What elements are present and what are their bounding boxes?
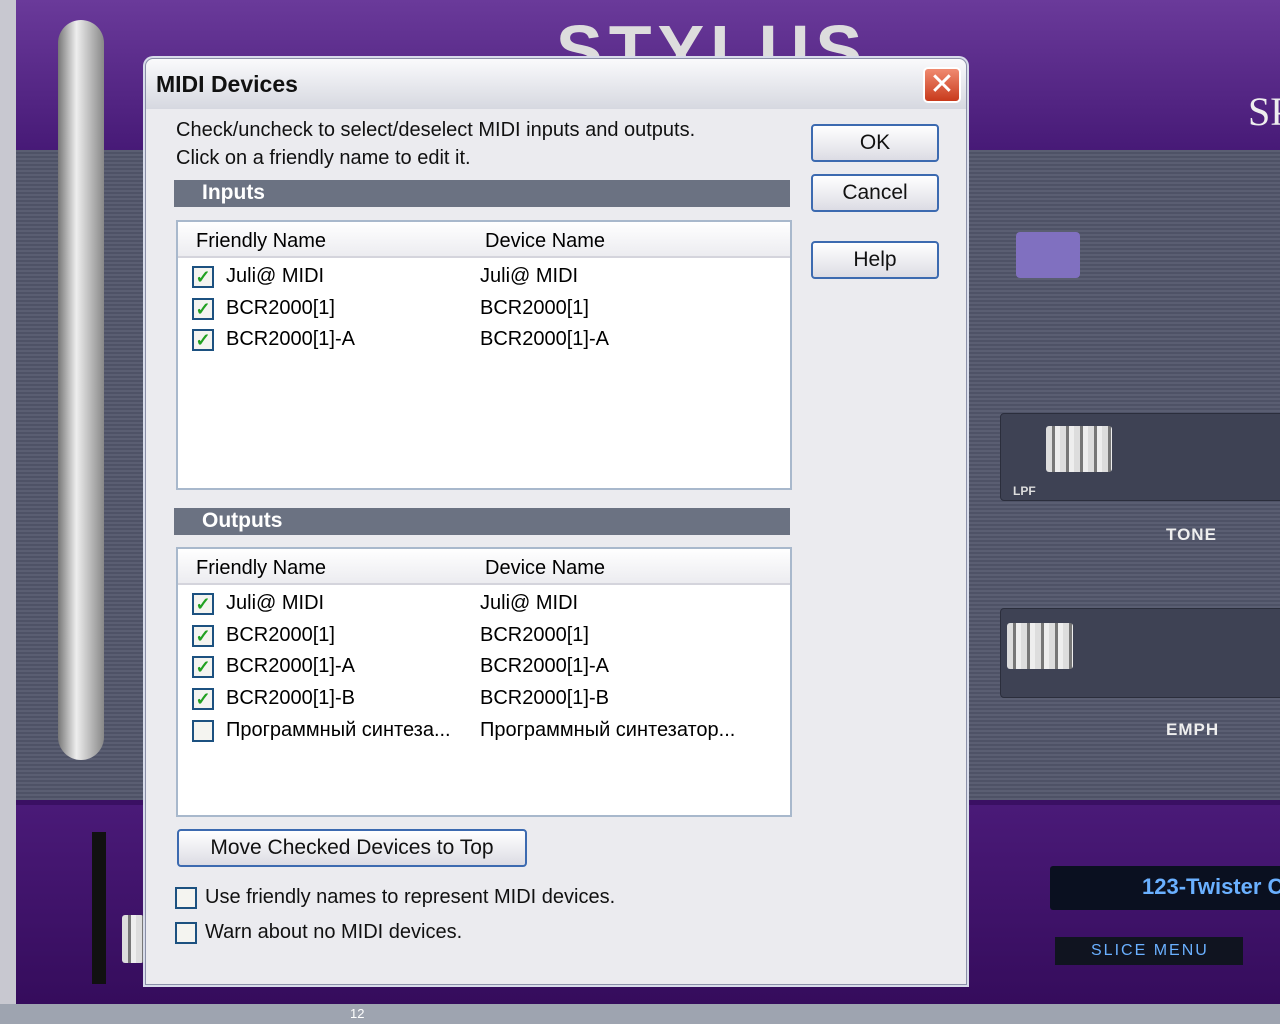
instruction-line-2: Click on a friendly name to edit it.: [176, 147, 471, 169]
chrome-pole: [58, 20, 104, 760]
column-device-name[interactable]: Device Name: [485, 557, 605, 580]
patch-display: 123-Twister C: [1050, 866, 1280, 910]
column-friendly-name[interactable]: Friendly Name: [196, 230, 326, 253]
dialog-title: MIDI Devices: [146, 59, 966, 109]
list-item[interactable]: ✓ BCR2000[1]-A BCR2000[1]-A: [178, 325, 790, 355]
taskbar-number: 12: [350, 1006, 365, 1021]
midi-devices-dialog: MIDI Devices ✕ Check/uncheck to select/d…: [145, 58, 967, 985]
friendly-name[interactable]: BCR2000[1]-B: [226, 687, 355, 710]
list-item[interactable]: ✓ Juli@ MIDI Juli@ MIDI: [178, 262, 790, 292]
device-name: BCR2000[1]-A: [480, 328, 609, 351]
inputs-list[interactable]: Friendly Name Device Name ✓ Juli@ MIDI J…: [176, 220, 792, 490]
instruction-line-1: Check/uncheck to select/deselect MIDI in…: [176, 119, 696, 141]
list-item[interactable]: Программный синтеза... Программный синте…: [178, 716, 790, 746]
device-name: BCR2000[1]-A: [480, 655, 609, 678]
device-name: BCR2000[1]: [480, 296, 589, 319]
friendly-name[interactable]: BCR2000[1]-A: [226, 328, 355, 351]
device-checkbox[interactable]: ✓: [192, 266, 214, 288]
emph-slider-knob[interactable]: [1007, 623, 1073, 669]
device-checkbox[interactable]: ✓: [192, 329, 214, 352]
friendly-name[interactable]: Программный синтеза...: [226, 719, 451, 742]
outputs-section-header: Outputs: [174, 508, 790, 535]
list-item[interactable]: ✓ Juli@ MIDI Juli@ MIDI: [178, 589, 790, 619]
outputs-list[interactable]: Friendly Name Device Name ✓ Juli@ MIDI J…: [176, 547, 792, 817]
cancel-button[interactable]: Cancel: [811, 174, 939, 212]
help-button[interactable]: Help: [811, 241, 939, 279]
friendly-name[interactable]: BCR2000[1]: [226, 297, 335, 320]
taskbar: 12: [0, 1004, 1280, 1024]
device-name: Программный синтезатор...: [480, 718, 736, 741]
option-checkbox[interactable]: [175, 887, 197, 909]
option-label: Warn about no MIDI devices.: [205, 921, 463, 943]
column-friendly-name[interactable]: Friendly Name: [196, 557, 326, 580]
tone-slider-knob[interactable]: [1046, 426, 1112, 472]
device-name: BCR2000[1]-B: [480, 687, 609, 710]
option-label: Use friendly names to represent MIDI dev…: [205, 886, 616, 908]
inputs-list-header: Friendly Name Device Name: [178, 222, 790, 258]
friendly-name[interactable]: BCR2000[1]-A: [226, 655, 355, 678]
brand-logo: SPE: [1248, 89, 1280, 134]
ok-button[interactable]: OK: [811, 124, 939, 162]
device-name: Juli@ MIDI: [480, 592, 579, 614]
device-checkbox[interactable]: ✓: [192, 297, 214, 320]
emph-slider[interactable]: [1000, 608, 1280, 698]
device-name: Juli@ MIDI: [480, 265, 579, 287]
emph-label: EMPH: [1166, 720, 1220, 739]
folder-icon[interactable]: [1016, 232, 1080, 278]
device-checkbox[interactable]: ✓: [192, 688, 214, 711]
close-button[interactable]: ✕: [923, 67, 961, 103]
outputs-list-header: Friendly Name Device Name: [178, 549, 790, 585]
lpf-label: LPF: [1013, 484, 1036, 498]
friendly-name[interactable]: Juli@ MIDI: [226, 265, 324, 288]
list-item[interactable]: ✓ BCR2000[1]-A BCR2000[1]-A: [178, 652, 790, 682]
device-checkbox[interactable]: ✓: [192, 656, 214, 679]
inputs-section-header: Inputs: [174, 180, 790, 207]
vertical-fader[interactable]: [122, 915, 144, 963]
device-checkbox[interactable]: ✓: [192, 624, 214, 647]
option-checkbox[interactable]: [175, 922, 197, 944]
list-item[interactable]: ✓ BCR2000[1] BCR2000[1]: [178, 621, 790, 651]
move-checked-to-top-button[interactable]: Move Checked Devices to Top: [177, 829, 527, 867]
list-item[interactable]: ✓ BCR2000[1] BCR2000[1]: [178, 294, 790, 324]
slice-menu-dropdown[interactable]: SLICE MENU: [1055, 937, 1243, 965]
level-meter: [92, 832, 106, 984]
tone-label: TONE: [1166, 525, 1217, 544]
device-checkbox[interactable]: [192, 719, 214, 742]
device-name: BCR2000[1]: [480, 623, 589, 646]
list-item[interactable]: ✓ BCR2000[1]-B BCR2000[1]-B: [178, 684, 790, 714]
column-device-name[interactable]: Device Name: [485, 230, 605, 253]
friendly-name[interactable]: BCR2000[1]: [226, 624, 335, 647]
tone-slider[interactable]: LPF: [1000, 413, 1280, 501]
friendly-name[interactable]: Juli@ MIDI: [226, 592, 324, 615]
device-checkbox[interactable]: ✓: [192, 593, 214, 615]
